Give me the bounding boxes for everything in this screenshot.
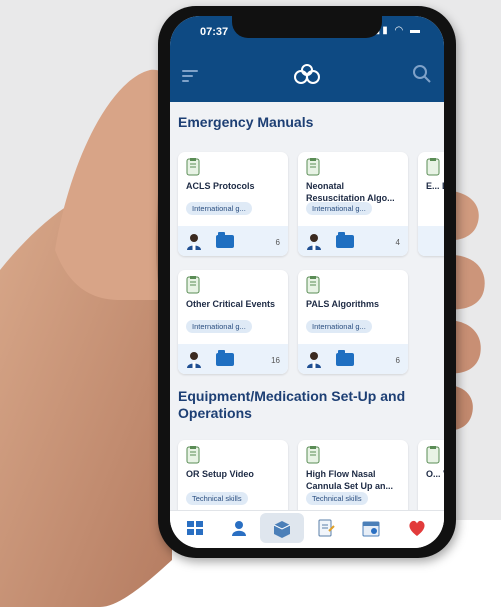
card-acls-protocols[interactable]: ACLS Protocols International g... 6 [178,152,288,256]
folder-icon [336,350,354,366]
category-pill: International g... [306,320,372,333]
category-pill: International g... [186,202,252,215]
document-icon [426,446,440,464]
document-icon [306,158,320,176]
status-time: 07:37 [200,26,229,38]
card-title: E... L... [426,181,444,191]
category-pill: International g... [186,320,252,333]
doctor-avatar-icon [307,352,321,368]
heart-icon[interactable] [406,517,428,539]
card-title: ACLS Protocols [186,181,255,191]
folder-icon [216,350,234,366]
folder-icon [336,232,354,248]
document-icon [306,446,320,464]
content-area[interactable]: Emergency Manuals ACLS Protocols Interna… [170,102,444,510]
search-icon[interactable] [412,64,432,84]
card-or-setup-video[interactable]: OR Setup Video Technical skills [178,440,288,510]
card-neonatal-resuscitation[interactable]: Neonatal Resuscitation Algo... Internati… [298,152,408,256]
item-count: 4 [395,238,400,247]
category-pill: International g... [306,202,372,215]
folder-icon [216,232,234,248]
card-footer: 6 [178,226,288,256]
card-high-flow-nasal-cannula[interactable]: High Flow Nasal Cannula Set Up an... Tec… [298,440,408,510]
document-icon [186,158,200,176]
card-other-critical-events[interactable]: Other Critical Events International g...… [178,270,288,374]
item-count: 6 [395,356,400,365]
card-pals-algorithms[interactable]: PALS Algorithms International g... 6 [298,270,408,374]
user-icon[interactable] [228,517,250,539]
card-footer: 4 [298,226,408,256]
document-icon [186,276,200,294]
card-footer: 6 [298,344,408,374]
doctor-avatar-icon [307,234,321,250]
box-icon[interactable] [271,518,293,540]
section-title-equipment-medication: Equipment/Medication Set-Up and Operatio… [178,388,406,421]
card-title: O... V... [426,469,444,479]
bottom-tab-bar [170,510,444,548]
phone-frame: 07:37 ▮▮ ◠ ▬ Emergency Manuals ACLS Prot… [158,6,456,558]
grid-icon[interactable] [184,517,206,539]
card-title: Neonatal Resuscitation Algo... [306,181,395,203]
category-pill: Technical skills [186,492,248,505]
calendar-icon[interactable] [360,517,382,539]
item-count: 6 [275,238,280,247]
doctor-avatar-icon [187,352,201,368]
menu-icon[interactable] [182,70,198,82]
document-icon [186,446,200,464]
card-footer: 16 [178,344,288,374]
card-partial[interactable]: E... L... [418,152,444,256]
item-count: 16 [271,356,280,365]
notes-icon[interactable] [315,517,337,539]
doctor-avatar-icon [187,234,201,250]
section-title-emergency-manuals: Emergency Manuals [178,114,314,130]
card-footer [418,226,444,256]
card-title: OR Setup Video [186,469,254,479]
app-logo-icon [294,64,320,84]
status-icons: ▮▮ ◠ ▬ [374,25,422,36]
phone-screen: 07:37 ▮▮ ◠ ▬ Emergency Manuals ACLS Prot… [170,16,444,548]
category-pill: Technical skills [306,492,368,505]
document-icon [426,158,440,176]
card-title: Other Critical Events [186,299,276,309]
card-partial-2[interactable]: O... V... [418,440,444,510]
phone-notch [232,16,382,38]
document-icon [306,276,320,294]
card-title: High Flow Nasal Cannula Set Up an... [306,469,394,491]
card-title: PALS Algorithms [306,299,380,309]
